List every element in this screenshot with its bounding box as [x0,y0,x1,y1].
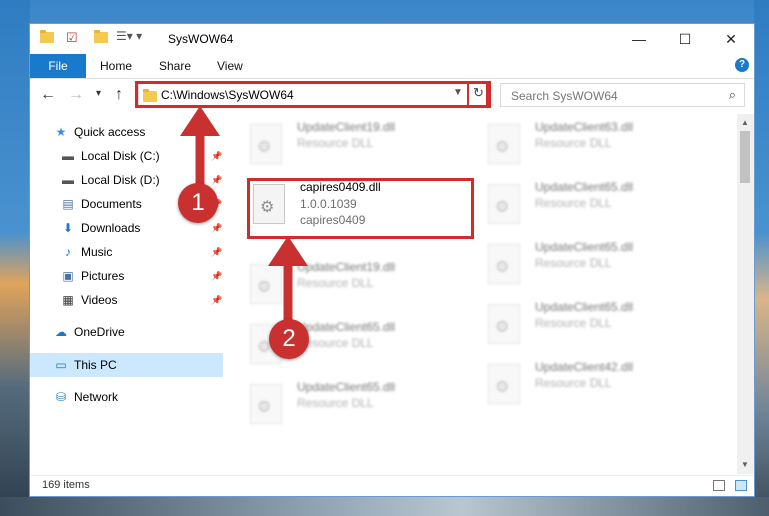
sidebar-item-label: Local Disk (C:) [81,149,160,163]
network-icon: ⛁ [55,390,67,404]
explorer-window: ☑ ☰▾ ▾ SysWOW64 — ☐ ✕ File Home Share Vi… [29,23,755,497]
search-input[interactable]: Search SysWOW64 ⌕ [500,83,745,107]
refresh-highlight [467,81,491,108]
title-bar: ☑ ☰▾ ▾ SysWOW64 — ☐ ✕ [30,24,754,54]
sidebar-item-local-disk-c[interactable]: ▬ Local Disk (C:) [61,145,160,167]
item-count: 169 items [42,479,90,491]
sidebar-item-label: This PC [74,358,117,372]
step-badge-2: 2 [269,319,309,359]
large-icons-view-icon[interactable] [735,480,747,491]
scroll-down-icon[interactable]: ▼ [741,460,749,469]
customize-quick-access-icon[interactable]: ☰▾ ▾ [116,29,142,43]
sidebar-item-label: Videos [81,293,118,307]
details-view-icon[interactable] [713,480,725,491]
desktop-background-right [754,0,769,516]
sidebar-item-label: Network [74,390,119,404]
maximize-button[interactable]: ☐ [662,24,708,54]
status-bar: 169 items [30,475,754,497]
sidebar-item-onedrive[interactable]: ☁ OneDrive [54,321,125,343]
pictures-icon: ▣ [62,269,74,283]
vertical-scrollbar[interactable]: ▲ ▼ [737,114,754,474]
cloud-icon: ☁ [55,325,67,339]
pin-icon[interactable]: 📌 [211,271,222,282]
sidebar-item-label: Documents [81,197,142,211]
sidebar-item-downloads[interactable]: ⬇ Downloads [61,217,140,239]
star-icon: ★ [55,125,67,139]
desktop-background-left [0,0,30,516]
file-highlight [247,178,474,239]
dll-file-icon: ⚙ [488,184,520,224]
tab-view[interactable]: View [217,54,243,78]
sidebar-item-documents[interactable]: ▤ Documents [61,193,142,215]
ribbon-tabs: File Home Share View ? [30,54,754,79]
list-item[interactable]: ⚙ UpdateClient65.dll Resource DLL [488,240,718,294]
close-button[interactable]: ✕ [708,24,754,54]
minimize-button[interactable]: — [616,24,662,54]
dll-file-icon: ⚙ [488,304,520,344]
dll-file-icon: ⚙ [488,124,520,164]
forward-arrow-icon[interactable]: → [68,86,84,104]
sidebar-item-quick-access[interactable]: ★ Quick access [54,121,146,143]
folder-icon [40,30,54,43]
desktop-background-bottom [0,497,769,516]
drive-icon: ▬ [62,173,74,187]
dll-file-icon: ⚙ [488,244,520,284]
download-icon: ⬇ [62,221,74,235]
sidebar-item-videos[interactable]: ▦ Videos [61,289,117,311]
list-item[interactable]: ⚙ UpdateClient63.dll Resource DLL [488,120,718,174]
computer-icon: ▭ [55,358,67,372]
document-icon: ▤ [62,197,74,211]
tab-share[interactable]: Share [159,54,191,78]
dll-file-icon: ⚙ [250,384,282,424]
dll-file-icon: ⚙ [488,364,520,404]
list-item[interactable]: ⚙ UpdateClient65.dll Resource DLL [488,180,718,234]
tab-home[interactable]: Home [100,54,132,78]
sidebar-item-label: Pictures [81,269,125,283]
pin-icon[interactable]: 📌 [211,247,222,258]
list-item[interactable]: ⚙ UpdateClient65.dll Resource DLL [250,380,480,434]
drive-icon: ▬ [62,149,74,163]
tab-file[interactable]: File [30,54,86,78]
videos-icon: ▦ [62,293,74,307]
new-folder-icon[interactable] [94,30,108,43]
help-icon[interactable]: ? [735,58,749,72]
sidebar-item-this-pc[interactable]: ▭ This PC [54,354,117,376]
scroll-up-icon[interactable]: ▲ [741,118,749,127]
sidebar-item-label: OneDrive [74,325,125,339]
sidebar-item-network[interactable]: ⛁ Network [54,386,118,408]
search-placeholder: Search SysWOW64 [511,89,618,103]
sidebar-item-pictures[interactable]: ▣ Pictures [61,265,124,287]
list-item[interactable]: ⚙ UpdateClient42.dll Resource DLL [488,360,718,414]
recent-locations-chevron-icon[interactable]: ▾ [96,88,101,99]
back-arrow-icon[interactable]: ← [40,86,56,104]
properties-icon[interactable]: ☑ [66,30,78,46]
music-icon: ♪ [65,245,71,259]
list-item[interactable]: ⚙ UpdateClient19.dll Resource DLL [250,120,480,174]
sidebar-item-label: Quick access [74,125,146,139]
step-badge-1: 1 [178,183,218,223]
scrollbar-thumb[interactable] [740,131,750,183]
sidebar-item-music[interactable]: ♪ Music [61,241,112,263]
sidebar-item-label: Downloads [81,221,141,235]
dll-file-icon: ⚙ [250,124,282,164]
navigation-bar: ← → ▾ ↑ C:\Windows\SysWOW64 ▼ ↻ Search S… [30,79,754,112]
pin-icon[interactable]: 📌 [211,295,222,306]
up-arrow-icon[interactable]: ↑ [115,86,123,104]
search-icon[interactable]: ⌕ [729,87,736,103]
sidebar-item-label: Local Disk (D:) [81,173,160,187]
list-item[interactable]: ⚙ UpdateClient65.dll Resource DLL [488,300,718,354]
sidebar-item-label: Music [81,245,113,259]
window-title: SysWOW64 [168,32,234,46]
sidebar-item-local-disk-d[interactable]: ▬ Local Disk (D:) [61,169,160,191]
